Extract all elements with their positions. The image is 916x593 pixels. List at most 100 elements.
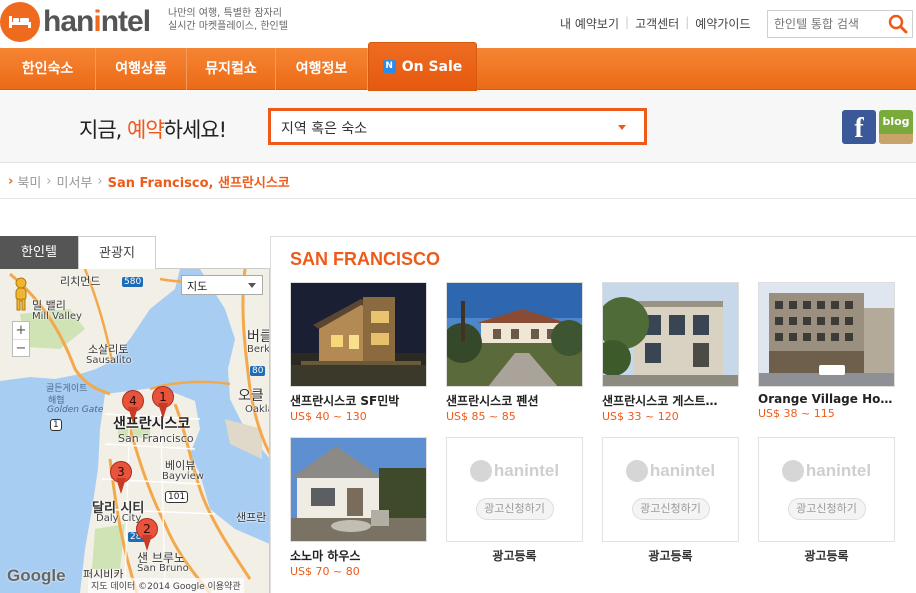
map-pin-2[interactable]: 2 (136, 518, 158, 552)
bed-icon (0, 2, 40, 42)
ad-apply-button[interactable]: 광고신청하기 (787, 497, 866, 520)
street-view-icon[interactable] (12, 277, 30, 311)
listing-card[interactable]: 샌프란시스코 SF민박 US$ 40 ~ 130 (290, 282, 427, 423)
map-label-oakland: 오클 (238, 388, 264, 404)
chevron-down-icon (618, 125, 626, 130)
listing-name[interactable]: 샌프란시스코 SF민박 (290, 392, 427, 409)
listing-photo[interactable] (446, 282, 583, 387)
map-label-daly-city-en: Daly City (96, 513, 142, 524)
chevron-right-icon: › (46, 174, 52, 189)
reserve-band: 지금, 예약하세요! 지역 혹은 숙소 f blog (0, 91, 916, 163)
listing-card[interactable]: 샌프란시스코 펜션 US$ 85 ~ 85 (446, 282, 583, 423)
nav-korean-lodging[interactable]: 한인숙소 (0, 48, 96, 90)
ad-apply-button[interactable]: 광고신청하기 (475, 497, 554, 520)
map-pin-4[interactable]: 4 (122, 390, 144, 424)
map-label-berkeley-en: Berke (247, 344, 270, 355)
hanintel-logo[interactable]: hanintel (0, 2, 151, 42)
top-links: 내 예약보기 | 고객센터 | 예약가이드 (560, 15, 750, 32)
map-label-golden-gate-en: Golden Gate (47, 405, 104, 415)
ad-placeholder[interactable]: hanintel 광고신청하기 (758, 437, 895, 542)
map-label-oakland-en: Oakla (245, 404, 269, 415)
logo-wordmark: hanintel (43, 5, 151, 38)
breadcrumb-current: San Francisco, 샌프란시스코 (107, 176, 290, 191)
divider: | (625, 15, 630, 29)
listing-photo[interactable] (290, 437, 427, 542)
link-customer-center[interactable]: 고객센터 (635, 15, 679, 32)
ad-label[interactable]: 광고등록 (446, 547, 583, 564)
chevron-right-icon: › (8, 174, 14, 189)
map-type-value: 지도 (187, 280, 208, 293)
breadcrumb-west-coast[interactable]: 미서부 (56, 172, 92, 191)
ad-apply-button[interactable]: 광고신청하기 (631, 497, 710, 520)
zoom-out-button[interactable]: − (13, 339, 29, 356)
tab-attractions[interactable]: 관광지 (78, 236, 156, 269)
left-tabs: 한인텔 관광지 (0, 236, 270, 269)
header: hanintel 나만의 여행, 특별한 잠자리 실시간 마켓플레이스, 한인텔… (0, 0, 916, 44)
listing-card[interactable]: Orange Village Ho… US$ 38 ~ 115 (758, 282, 895, 420)
zoom-in-button[interactable]: + (13, 322, 29, 339)
ad-placeholder[interactable]: hanintel 광고신청하기 (602, 437, 739, 542)
listing-photo[interactable] (290, 282, 427, 387)
road-580-shield: 580 (122, 277, 144, 287)
map-pin-1[interactable]: 1 (152, 386, 174, 420)
listing-price: US$ 40 ~ 130 (290, 410, 367, 423)
tagline-line1: 나만의 여행, 특별한 잠자리 (168, 8, 282, 19)
tagline-line2: 실시간 마켓플레이스, 한인텔 (168, 21, 288, 32)
road-101-shield: 101 (165, 491, 189, 503)
nav-on-sale[interactable]: N On Sale (368, 42, 477, 91)
link-booking-guide[interactable]: 예약가이드 (695, 15, 750, 32)
ad-label[interactable]: 광고등록 (758, 547, 895, 564)
road-1-shield: 1 (50, 419, 62, 431)
zoom-control: + − (12, 321, 30, 357)
new-badge: N (382, 60, 396, 73)
map-label-sf-bay: 샌프란 (236, 511, 267, 524)
region-select[interactable]: 지역 혹은 숙소 (268, 108, 647, 145)
breadcrumb-north-america[interactable]: 북미 (17, 172, 41, 191)
listing-card[interactable]: 샌프란시스코 게스트… US$ 33 ~ 120 (602, 282, 739, 423)
listing-price: US$ 70 ~ 80 (290, 565, 360, 578)
main-nav: 한인숙소 여행상품 뮤지컬쇼 여행정보 N On Sale (0, 42, 916, 91)
ad-slot[interactable]: hanintel 광고신청하기 광고등록 (602, 437, 739, 564)
blog-icon[interactable]: blog (879, 110, 913, 144)
ad-placeholder[interactable]: hanintel 광고신청하기 (446, 437, 583, 542)
listing-name[interactable]: 샌프란시스코 펜션 (446, 392, 583, 409)
road-80-shield: 80 (250, 366, 266, 376)
map[interactable]: 리치먼드 밀 밸리 Mill Valley 소살리토 Sausalito 버클 … (0, 269, 270, 593)
ad-slot[interactable]: hanintel 광고신청하기 광고등록 (446, 437, 583, 564)
listing-photo[interactable] (602, 282, 739, 387)
link-my-reservations[interactable]: 내 예약보기 (560, 15, 619, 32)
breadcrumb: › 북미 › 미서부 › San Francisco, 샌프란시스코 (8, 172, 290, 191)
ad-label[interactable]: 광고등록 (602, 547, 739, 564)
listing-name[interactable]: 소노마 하우스 (290, 547, 427, 564)
listing-price: US$ 38 ~ 115 (758, 407, 835, 420)
listing-name[interactable]: 샌프란시스코 게스트… (602, 392, 739, 409)
map-type-select[interactable]: 지도 (181, 275, 263, 295)
google-logo[interactable]: Google (7, 566, 66, 586)
site-search (767, 10, 913, 38)
facebook-icon[interactable]: f (842, 110, 876, 144)
nav-musical-shows[interactable]: 뮤지컬쇼 (187, 48, 276, 90)
map-label-san-francisco-en: San Francisco (118, 432, 194, 445)
nav-travel-info[interactable]: 여행정보 (276, 48, 368, 90)
map-label-richmond: 리치먼드 (60, 275, 101, 288)
listing-card[interactable]: 소노마 하우스 US$ 70 ~ 80 (290, 437, 427, 578)
map-label-bayview-en: Bayview (162, 471, 204, 482)
search-input[interactable] (768, 11, 886, 37)
map-label-sausalito-en: Sausalito (86, 355, 132, 366)
chevron-right-icon: › (97, 174, 103, 189)
tab-hanintel[interactable]: 한인텔 (0, 236, 78, 269)
ad-slot[interactable]: hanintel 광고신청하기 광고등록 (758, 437, 895, 564)
map-copyright[interactable]: 지도 데이터 ©2014 Google 이용약관 (88, 578, 244, 593)
on-sale-label: On Sale (401, 58, 463, 75)
nav-tour-products[interactable]: 여행상품 (96, 48, 187, 90)
search-icon[interactable] (888, 14, 908, 38)
listing-photo[interactable] (758, 282, 895, 387)
map-label-berkeley: 버클 (247, 329, 269, 345)
region-select-value: 지역 혹은 숙소 (281, 121, 368, 137)
listing-name[interactable]: Orange Village Ho… (758, 392, 895, 406)
city-title: SAN FRANCISCO (290, 249, 441, 269)
divider (0, 198, 916, 199)
map-pin-3[interactable]: 3 (110, 461, 132, 495)
hanintel-logo: hanintel (781, 459, 871, 482)
hanintel-logo: hanintel (625, 459, 715, 482)
